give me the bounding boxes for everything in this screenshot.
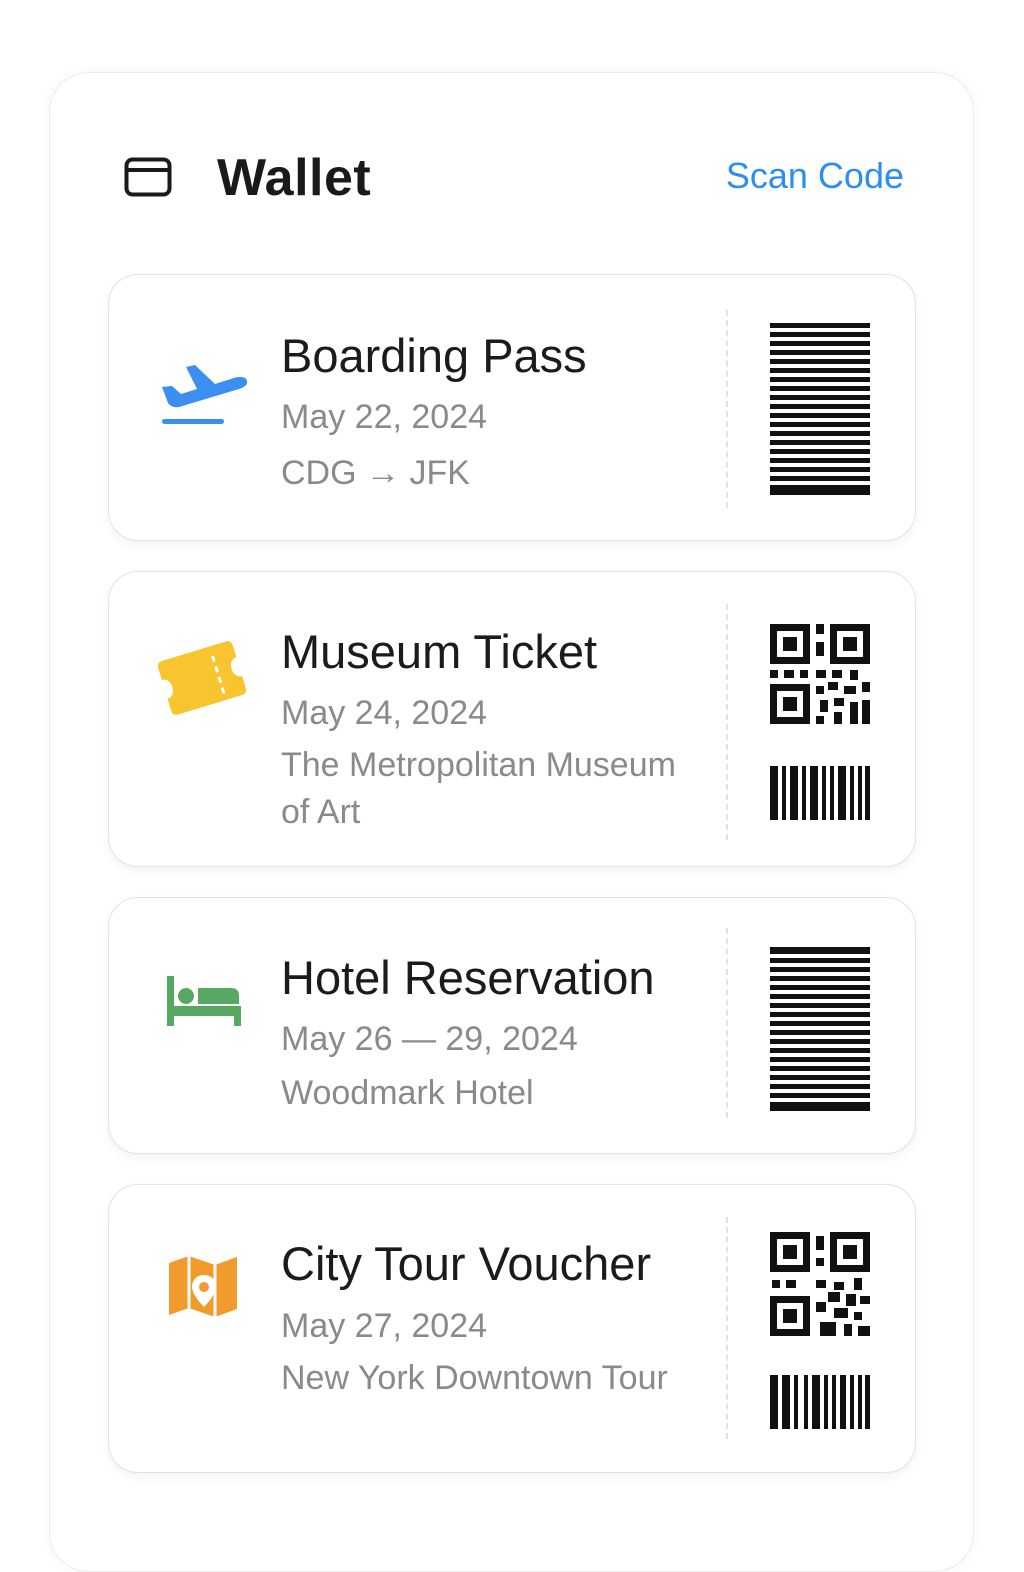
- pass-title: City Tour Voucher: [281, 1237, 652, 1290]
- map-pin-icon: [169, 1256, 237, 1317]
- wallet-card-icon: [124, 157, 172, 197]
- bed-icon: [167, 976, 241, 1026]
- qr-code: [770, 624, 870, 724]
- pass-card-boarding[interactable]: Boarding Pass May 22, 2024 CDG → JFK: [108, 274, 916, 541]
- pass-detail: Woodmark Hotel: [281, 1074, 534, 1112]
- card-divider: [726, 310, 728, 508]
- airplane-departure-icon: [162, 365, 248, 424]
- pass-date: May 22, 2024: [281, 398, 488, 436]
- card-divider: [726, 604, 728, 840]
- pass-card-museum[interactable]: Museum Ticket May 24, 2024 The Metropoli…: [108, 571, 916, 867]
- pass-title: Boarding Pass: [281, 329, 587, 382]
- card-divider: [726, 928, 728, 1118]
- scan-code-button[interactable]: Scan Code: [726, 154, 904, 198]
- pass-date: May 24, 2024: [281, 694, 488, 732]
- pass-card-city-tour[interactable]: City Tour Voucher May 27, 2024 New York …: [108, 1184, 916, 1473]
- barcode: [770, 947, 870, 1111]
- pass-detail: The Metropolitan Museum of Art: [281, 746, 676, 831]
- page-title: Wallet: [217, 149, 372, 207]
- pass-title: Hotel Reservation: [281, 951, 655, 1004]
- barcode: [770, 1375, 870, 1429]
- barcode: [770, 323, 870, 495]
- pass-card-hotel[interactable]: Hotel Reservation May 26 — 29, 2024 Wood…: [108, 897, 916, 1154]
- ticket-icon: [157, 641, 247, 715]
- qr-code: [770, 1232, 870, 1336]
- pass-date: May 26 — 29, 2024: [281, 1020, 578, 1058]
- barcode: [770, 766, 870, 820]
- card-divider: [726, 1217, 728, 1439]
- pass-date: May 27, 2024: [281, 1307, 488, 1345]
- pass-detail: New York Downtown Tour: [281, 1359, 668, 1397]
- pass-detail: CDG → JFK: [281, 454, 470, 492]
- pass-title: Museum Ticket: [281, 625, 598, 678]
